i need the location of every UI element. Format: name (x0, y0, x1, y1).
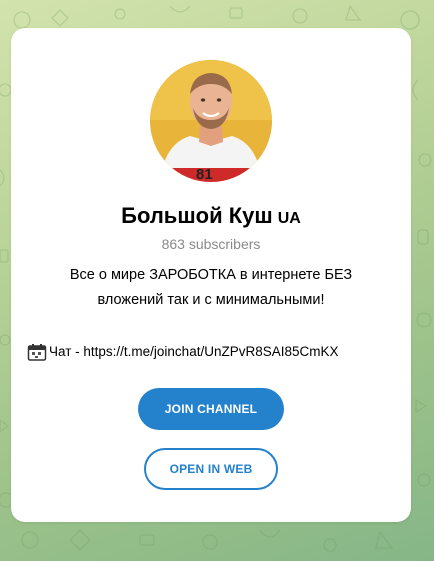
chat-link-text[interactable]: Чат - https://t.me/joinchat/UnZPvR8SAI85… (49, 342, 339, 362)
description-line: вложений так и с минимальными! (97, 292, 325, 308)
channel-card: 81 Большой Куш UA 863 subscribers Все о м… (11, 28, 411, 522)
avatar-image: 81 (150, 60, 272, 182)
chat-link-line: Чат - https://t.me/joinchat/UnZPvR8SAI85… (27, 342, 411, 362)
channel-title-badge: UA (277, 210, 301, 227)
subscriber-count: 863 subscribers (161, 236, 261, 252)
channel-avatar: 81 (150, 60, 272, 182)
join-channel-button[interactable]: JOIN CHANNEL (138, 388, 284, 430)
channel-title: Большой Куш (121, 203, 273, 228)
description-line: Все о мире ЗАРОБОТКА в интернете БЕЗ (69, 267, 353, 283)
open-in-web-button[interactable]: OPEN IN WEB (144, 448, 278, 490)
channel-description: Все о мире ЗАРОБОТКА в интернете БЕЗ вло… (41, 263, 381, 313)
channel-title-row: Большой Куш UA (11, 202, 411, 233)
calendar-emoji-icon (27, 344, 47, 361)
avatar-shirt-number: 81 (196, 166, 213, 182)
